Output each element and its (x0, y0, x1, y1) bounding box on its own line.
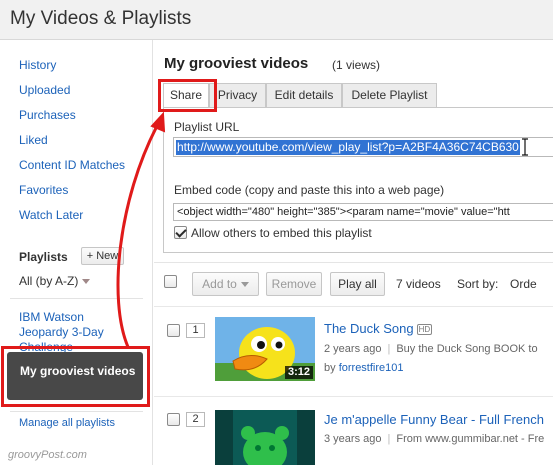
video-position-field[interactable]: 1 (186, 323, 205, 338)
tab-delete-playlist[interactable]: Delete Playlist (342, 83, 437, 108)
tab-edit-details[interactable]: Edit details (266, 83, 342, 108)
sidebar-item-liked[interactable]: Liked (19, 133, 48, 147)
video-age: 3 years ago (324, 433, 382, 445)
bear-thumbnail-image (215, 410, 315, 465)
playlist-title: My grooviest videos (164, 55, 309, 72)
video-author-link[interactable]: forrestfire101 (339, 362, 404, 374)
sidebar-playlist-my-grooviest-videos[interactable]: My grooviest videos (7, 352, 143, 400)
hd-badge: HD (416, 324, 433, 336)
by-prefix: by (324, 362, 336, 374)
app-window: My Videos & Playlists History Uploaded P… (0, 0, 553, 465)
allow-embed-checkbox[interactable] (174, 226, 187, 239)
page-title: My Videos & Playlists (10, 8, 192, 29)
divider (154, 396, 553, 397)
sidebar-item-history[interactable]: History (19, 58, 56, 72)
main-content: My grooviest videos (1 views) Share Priv… (154, 40, 553, 465)
sort-by-select[interactable]: Orde (510, 277, 537, 291)
video-checkbox[interactable] (167, 324, 180, 337)
video-checkbox[interactable] (167, 413, 180, 426)
add-to-button[interactable]: Add to (192, 272, 259, 296)
video-author-line: by forrestfire101 (324, 362, 404, 374)
video-count: 7 videos (396, 277, 441, 291)
playlist-view-count: (1 views) (332, 58, 381, 72)
embed-code-label: Embed code (copy and paste this into a w… (174, 183, 445, 197)
playlists-heading: Playlists (19, 250, 68, 264)
playlist-sort-select[interactable]: All (by A-Z) (19, 274, 91, 288)
divider (154, 262, 553, 263)
watermark: groovyPost.com (8, 449, 87, 461)
highlight-box-share-tab (158, 79, 217, 112)
sidebar-item-favorites[interactable]: Favorites (19, 183, 68, 197)
page-header: My Videos & Playlists (0, 0, 553, 40)
sidebar-item-purchases[interactable]: Purchases (19, 108, 76, 122)
chevron-down-icon (82, 279, 91, 285)
meta-divider: | (387, 343, 391, 355)
share-panel: Playlist URL http://www.youtube.com/view… (163, 107, 553, 253)
play-all-button[interactable]: Play all (330, 272, 385, 296)
playlist-url-value: http://www.youtube.com/view_play_list?p=… (176, 140, 520, 155)
sidebar-item-content-id-matches[interactable]: Content ID Matches (19, 158, 125, 172)
tab-privacy[interactable]: Privacy (209, 83, 266, 108)
new-playlist-button[interactable]: + New (81, 247, 124, 265)
video-thumbnail[interactable]: 3:12 (215, 317, 315, 381)
divider (10, 298, 143, 299)
video-thumbnail[interactable] (215, 410, 315, 465)
add-to-label: Add to (202, 277, 237, 291)
divider (10, 411, 143, 412)
video-age: 2 years ago (324, 343, 382, 355)
sidebar-item-watch-later[interactable]: Watch Later (19, 208, 83, 222)
playlist-sort-label: All (by A-Z) (19, 274, 79, 288)
video-description: Buy the Duck Song BOOK to (396, 343, 538, 355)
video-title-link[interactable]: The Duck Song HD (324, 321, 433, 336)
chevron-down-icon (240, 282, 249, 288)
remove-button[interactable]: Remove (266, 272, 322, 296)
video-meta: 2 years ago | Buy the Duck Song BOOK to (324, 343, 538, 355)
playlist-url-label: Playlist URL (174, 120, 240, 134)
video-meta: 3 years ago | From www.gummibar.net - Fre (324, 433, 544, 445)
video-duration: 3:12 (284, 366, 313, 379)
video-description: From www.gummibar.net - Fre (396, 433, 545, 445)
video-position-field[interactable]: 2 (186, 412, 205, 427)
playlist-url-field[interactable]: http://www.youtube.com/view_play_list?p=… (173, 137, 553, 157)
select-all-checkbox[interactable] (164, 275, 177, 288)
allow-embed-label: Allow others to embed this playlist (191, 226, 372, 240)
manage-playlists-link[interactable]: Manage all playlists (19, 417, 115, 429)
sidebar: History Uploaded Purchases Liked Content… (0, 40, 153, 465)
meta-divider: | (387, 433, 391, 445)
sort-by-label: Sort by: (457, 277, 499, 291)
video-title-link[interactable]: Je m'appelle Funny Bear - Full French (324, 412, 544, 427)
divider (154, 306, 553, 307)
sidebar-item-uploaded[interactable]: Uploaded (19, 83, 70, 97)
embed-code-field[interactable]: <object width="480" height="385"><param … (173, 203, 553, 221)
text-cursor-icon (522, 138, 528, 156)
video-title-text: The Duck Song (324, 321, 414, 336)
